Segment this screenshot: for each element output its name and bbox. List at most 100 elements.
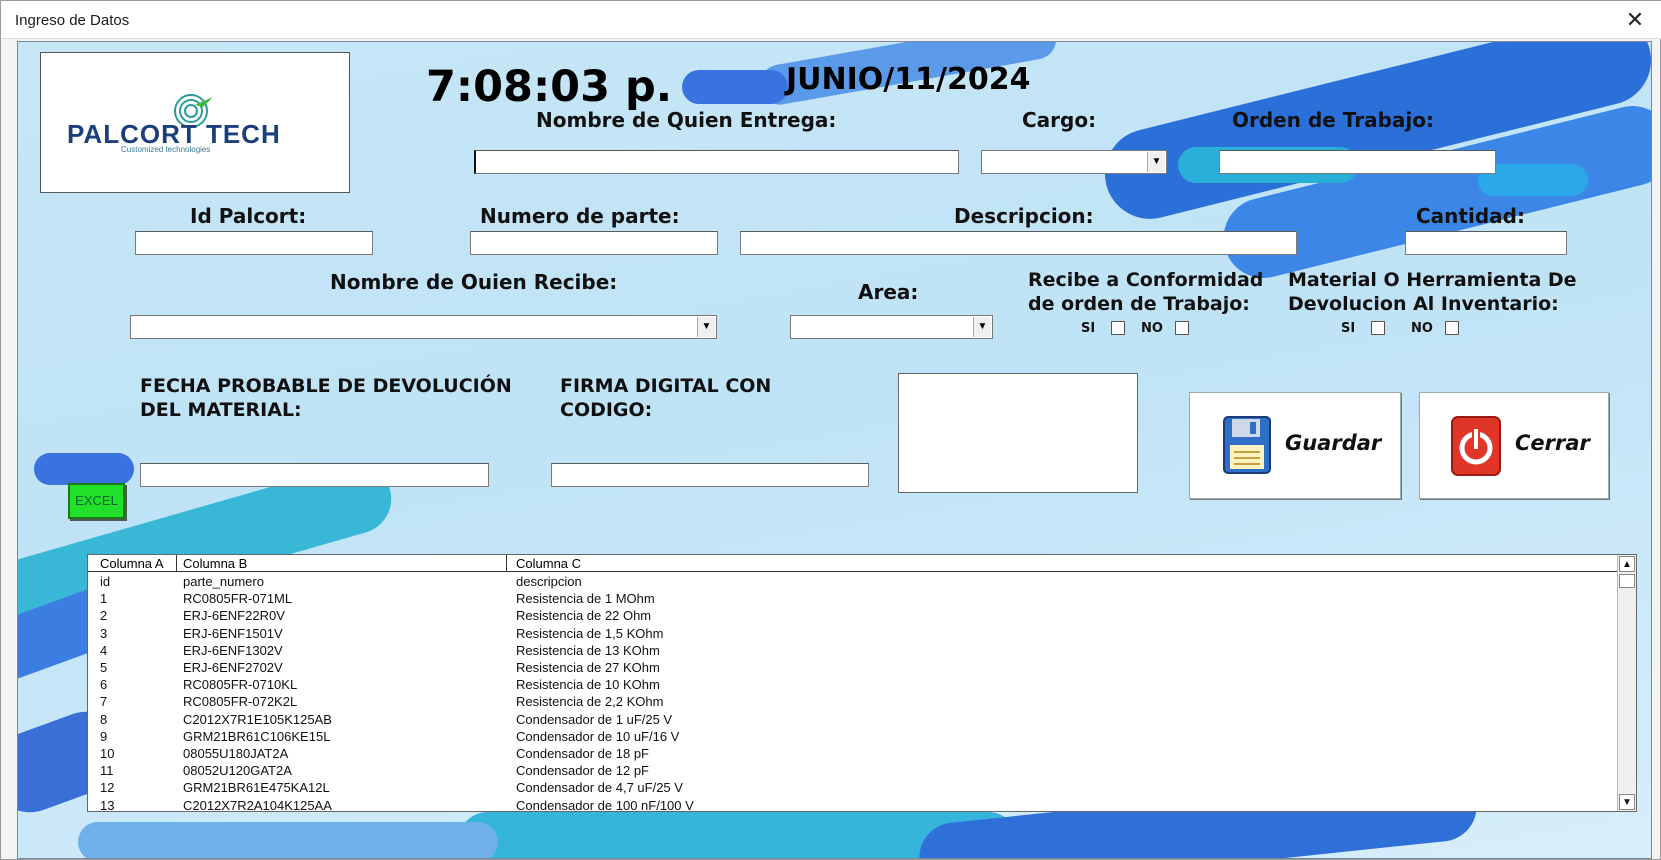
column-separator [176, 555, 177, 572]
chevron-down-icon[interactable]: ▼ [697, 317, 715, 337]
cargo-select[interactable]: ▼ [981, 150, 1167, 174]
scroll-thumb[interactable] [1619, 574, 1635, 588]
numero-parte-input[interactable] [470, 231, 718, 255]
scroll-up-icon[interactable]: ▲ [1619, 556, 1635, 572]
devolucion-label-line2: Devolucion Al Inventario: [1288, 293, 1559, 315]
inventory-list[interactable]: Columna A Columna B Columna C id parte_nu… [87, 554, 1637, 812]
list-cell: 8 [100, 711, 108, 727]
conformidad-si-checkbox[interactable] [1111, 321, 1125, 335]
background-shape [34, 453, 134, 485]
conformidad-si-label: SI [1081, 321, 1096, 336]
close-window-icon[interactable]: ✕ [1622, 7, 1648, 33]
list-cell: 2 [100, 608, 108, 624]
cantidad-label: Cantidad: [1416, 204, 1525, 228]
list-cell: Condensador de 10 uF/16 V [516, 728, 680, 744]
descripcion-label: Descripcion: [954, 204, 1094, 228]
firma-input[interactable] [551, 463, 869, 487]
list-cell: C2012X7R2A104K125AA [183, 797, 332, 812]
area-label: Area: [858, 280, 919, 304]
list-cell: Condensador de 100 nF/100 V [516, 797, 694, 812]
devolucion-si-checkbox[interactable] [1371, 321, 1385, 335]
list-row[interactable]: 6 RC0805FR-0710KL Resistencia de 10 KOhm [88, 676, 1619, 693]
list-cell: 08055U180JAT2A [183, 746, 289, 761]
list-cell: descripcion [516, 574, 582, 589]
numero-parte-label: Numero de parte: [480, 204, 680, 228]
list-cell: parte_numero [183, 574, 264, 589]
devolucion-no-label: NO [1411, 321, 1433, 336]
power-icon [1451, 416, 1501, 476]
list-cell: id [100, 574, 111, 589]
list-row[interactable]: 10 08055U180JAT2A Condensador de 18 pF [88, 745, 1619, 762]
excel-button[interactable]: EXCEL [68, 483, 125, 519]
list-row[interactable]: 8 C2012X7R1E105K125AB Condensador de 1 uF/… [88, 711, 1619, 728]
title-bar: Ingreso de Datos ✕ [1, 1, 1661, 39]
list-row[interactable]: 12 GRM21BR61E475KA12L Condensador de 4,7 u… [88, 779, 1619, 796]
list-row[interactable]: 1 RC0805FR-071ML Resistencia de 1 MOhm [88, 590, 1619, 607]
list-cell: RC0805FR-071ML [183, 591, 293, 607]
id-palcort-label: Id Palcort: [190, 204, 307, 228]
list-row[interactable]: 11 08052U120GAT2A Condensador de 12 pF [88, 762, 1619, 779]
descripcion-input[interactable] [740, 231, 1297, 255]
orden-input[interactable] [1219, 150, 1496, 174]
signature-preview-box [898, 373, 1138, 493]
list-cell: ERJ-6ENF22R0V [183, 608, 285, 624]
entrega-label: Nombre de Quien Entrega: [536, 108, 837, 132]
cerrar-label: Cerrar [1515, 431, 1590, 455]
cerrar-button[interactable]: Cerrar [1419, 392, 1609, 499]
list-cell: Resistencia de 1 MOhm [516, 591, 655, 607]
background-shape [458, 812, 1018, 858]
entrega-input[interactable] [474, 150, 959, 174]
devolucion-label-line1: Material O Herramienta De [1288, 269, 1577, 291]
list-cell: 5 [100, 660, 108, 675]
list-row[interactable]: 9 GRM21BR61C106KE15L Condensador de 10 uF/… [88, 728, 1619, 745]
list-row[interactable]: 4 ERJ-6ENF1302V Resistencia de 13 KOhm [88, 642, 1619, 659]
list-cell: 1 [100, 591, 108, 607]
guardar-button[interactable]: Guardar [1189, 392, 1401, 499]
list-cell: Resistencia de 22 Ohm [516, 608, 652, 624]
background-shape [682, 70, 788, 104]
firma-label-line2: CODIGO: [560, 399, 653, 421]
conformidad-label-line1: Recibe a Conformidad [1028, 269, 1264, 291]
list-row[interactable]: 3 ERJ-6ENF1501V Resistencia de 1,5 KOhm [88, 625, 1619, 642]
list-cell: GRM21BR61C106KE15L [183, 728, 331, 744]
id-palcort-input[interactable] [135, 231, 373, 255]
list-row[interactable]: 7 RC0805FR-072K2L Resistencia de 2,2 KOhm [88, 693, 1619, 710]
devolucion-label: Material O Herramienta De Devolucion Al … [1288, 268, 1577, 316]
guardar-label: Guardar [1285, 431, 1382, 455]
cantidad-input[interactable] [1405, 231, 1567, 255]
devolucion-no-checkbox[interactable] [1445, 321, 1459, 335]
current-date: JUNIO/11/2024 [786, 62, 1031, 97]
list-cell: 13 [100, 797, 115, 812]
logo-tagline: Customized technologies [121, 145, 211, 154]
list-cell: Resistencia de 13 KOhm [516, 642, 660, 658]
orden-label: Orden de Trabajo: [1232, 108, 1435, 132]
conformidad-label-line2: de orden de Trabajo: [1028, 293, 1250, 315]
list-cell: ERJ-6ENF2702V [183, 660, 283, 675]
list-cell: 10 [100, 746, 115, 761]
list-scrollbar[interactable]: ▲ ▼ [1617, 555, 1636, 811]
list-cell: RC0805FR-072K2L [183, 694, 298, 710]
scroll-down-icon[interactable]: ▼ [1619, 794, 1635, 810]
list-cell: GRM21BR61E475KA12L [183, 780, 330, 796]
list-row[interactable]: id parte_numero descripcion [88, 573, 1619, 590]
recibe-select[interactable]: ▼ [130, 315, 717, 339]
fecha-label-line2: DEL MATERIAL: [140, 399, 302, 421]
chevron-down-icon[interactable]: ▼ [973, 317, 991, 337]
list-cell: 12 [100, 780, 115, 796]
list-row[interactable]: 13 C2012X7R2A104K125AA Condensador de 100 … [88, 797, 1619, 812]
current-time: 7:08:03 p. [426, 62, 673, 112]
conformidad-no-checkbox[interactable] [1175, 321, 1189, 335]
firma-label-line1: FIRMA DIGITAL CON [560, 375, 772, 397]
list-cell: Condensador de 18 pF [516, 746, 649, 761]
chevron-down-icon[interactable]: ▼ [1147, 152, 1165, 172]
recibe-label: Nombre de Ouien Recibe: [330, 270, 618, 294]
list-cell: Condensador de 1 uF/25 V [516, 711, 673, 727]
list-cell: C2012X7R1E105K125AB [183, 711, 332, 727]
list-cell: Resistencia de 10 KOhm [516, 677, 660, 693]
list-row[interactable]: 2 ERJ-6ENF22R0V Resistencia de 22 Ohm [88, 607, 1619, 624]
column-header-a: Columna A [100, 556, 164, 571]
list-row[interactable]: 5 ERJ-6ENF2702V Resistencia de 27 KOhm [88, 659, 1619, 676]
conformidad-label: Recibe a Conformidad de orden de Trabajo… [1028, 268, 1263, 316]
area-select[interactable]: ▼ [790, 315, 993, 339]
fecha-input[interactable] [140, 463, 489, 487]
